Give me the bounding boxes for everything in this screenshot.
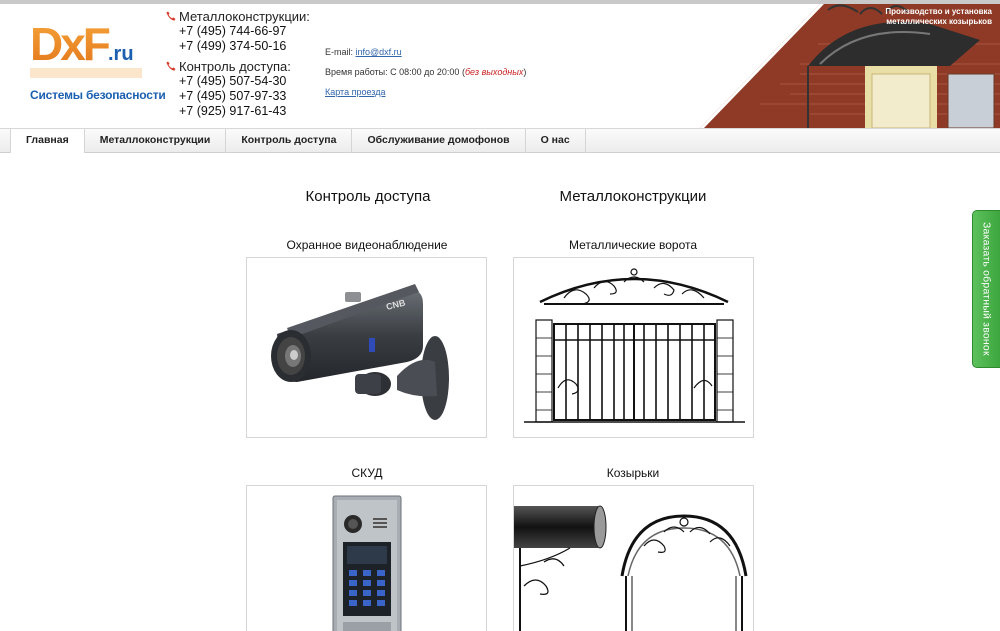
phone-number[interactable]: +7 (495) 507-97-33 — [166, 89, 310, 104]
site-logo[interactable]: DxF .ru — [30, 18, 142, 82]
section-title-metal: Металлоконструкции — [559, 188, 707, 205]
card-title-skud[interactable]: СКУД — [247, 466, 487, 480]
info-block: E-mail: info@dxf.ru Время работы: С 08:0… — [325, 46, 526, 106]
card-cctv[interactable]: CNB — [246, 257, 487, 438]
canopies-image — [514, 505, 748, 631]
contact-title-access: Контроль доступа: — [179, 58, 291, 74]
contact-group-title: Контроль доступа: — [166, 58, 310, 74]
card-title-gates[interactable]: Металлические ворота — [513, 238, 753, 252]
callback-label: Заказать обратный звонок — [980, 222, 993, 356]
hours-line: Время работы: С 08:00 до 20:00 (без выхо… — [325, 66, 526, 86]
phone-number[interactable]: +7 (495) 507-54-30 — [166, 74, 310, 89]
logo-image: DxF .ru — [30, 18, 142, 78]
email-link[interactable]: info@dxf.ru — [356, 47, 402, 57]
phone-number[interactable]: +7 (495) 744-66-97 — [166, 24, 310, 39]
map-link[interactable]: Карта проезда — [325, 87, 385, 97]
svg-text:DxF: DxF — [30, 18, 110, 70]
contact-group-title: Металлоконструкции: — [166, 8, 310, 24]
svg-text:.ru: .ru — [108, 43, 134, 65]
banner-caption: Производство и установка металлических к… — [885, 7, 992, 27]
intercom-panel-image — [332, 495, 402, 631]
hours-note: без выходных — [464, 67, 524, 77]
site-header: DxF .ru Системы безопасности Металлоконс… — [0, 4, 1000, 128]
cctv-camera-image: CNB — [271, 284, 449, 420]
phone-icon — [166, 11, 176, 21]
callback-button[interactable]: Заказать обратный звонок — [972, 210, 1000, 368]
email-label: E-mail: — [325, 47, 354, 57]
card-gates[interactable] — [513, 257, 754, 438]
hours-label: Время работы: С 08:00 до 20:00 ( — [325, 67, 465, 77]
phone-number[interactable]: +7 (499) 374-50-16 — [166, 39, 310, 54]
contacts-block: Металлоконструкции: +7 (495) 744-66-97 +… — [166, 8, 310, 119]
main-nav: Главная Металлоконструкции Контроль дост… — [0, 128, 1000, 153]
nav-item-access[interactable]: Контроль доступа — [226, 129, 353, 153]
hours-end: ) — [523, 67, 527, 77]
header-banner[interactable]: Производство и установка металлических к… — [700, 4, 1000, 128]
logo-tagline: Системы безопасности — [30, 88, 166, 102]
metal-gates-image — [524, 268, 745, 423]
contact-title-metal: Металлоконструкции: — [179, 8, 310, 24]
card-canopies[interactable] — [513, 485, 754, 631]
map-line: Карта проезда — [325, 86, 526, 106]
nav-item-home[interactable]: Главная — [10, 129, 85, 153]
card-title-cctv[interactable]: Охранное видеонаблюдение — [247, 238, 487, 252]
nav-item-metal[interactable]: Металлоконструкции — [85, 129, 227, 153]
phone-number[interactable]: +7 (925) 917-61-43 — [166, 104, 310, 119]
nav-item-intercom[interactable]: Обслуживание домофонов — [352, 129, 526, 153]
card-skud[interactable] — [246, 485, 487, 631]
banner-line: Производство и установка — [885, 7, 992, 16]
email-line: E-mail: info@dxf.ru — [325, 46, 526, 66]
card-title-canopies[interactable]: Козырьки — [513, 466, 753, 480]
nav-item-about[interactable]: О нас — [526, 129, 586, 153]
section-title-access: Контроль доступа — [305, 188, 431, 205]
banner-line: металлических козырьков — [886, 17, 992, 26]
phone-icon — [166, 61, 176, 71]
